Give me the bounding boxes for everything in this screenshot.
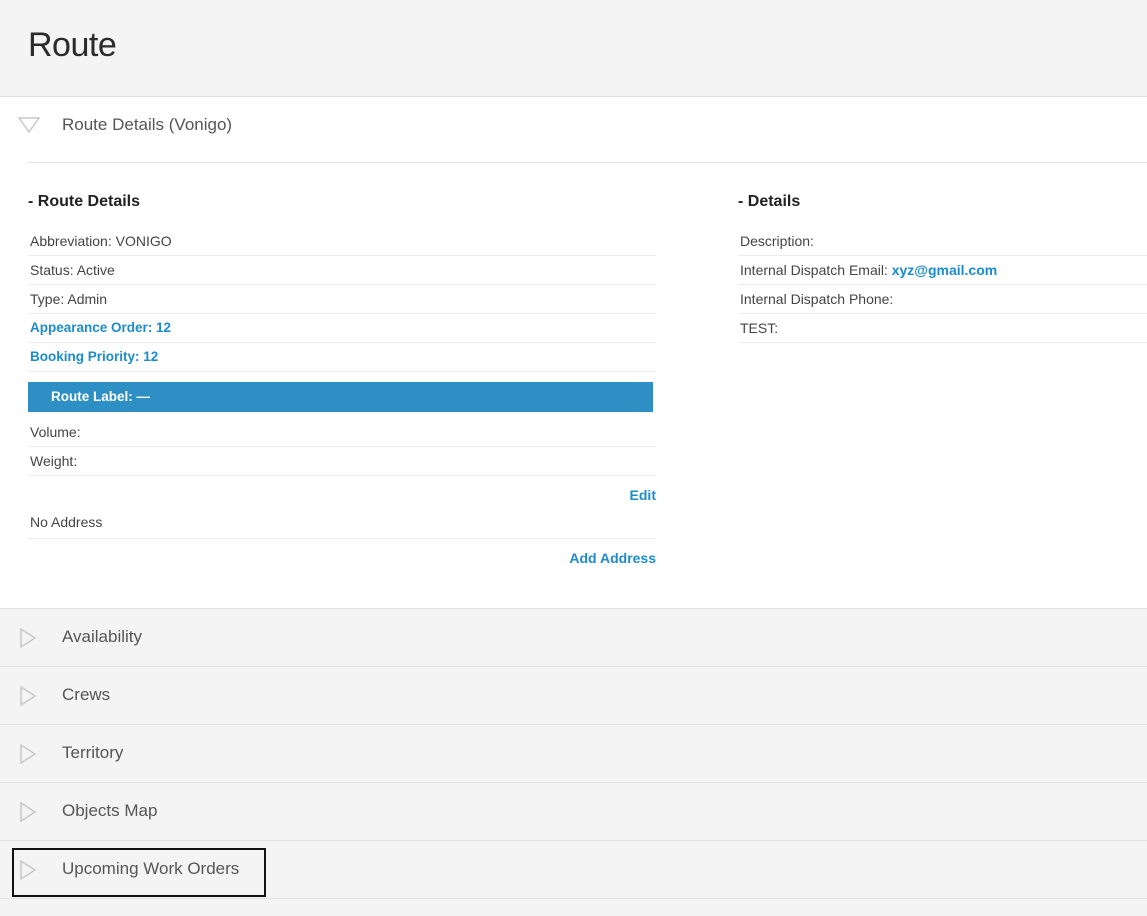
territory-panel-title: Territory <box>62 743 124 762</box>
booking-priority-link[interactable]: Booking Priority: 12 <box>28 343 656 372</box>
route-details-panel-header[interactable]: Route Details (Vonigo) <box>0 97 1147 155</box>
availability-panel[interactable]: Availability <box>0 609 1147 667</box>
details-section-title: - Details <box>738 193 801 210</box>
type-field: Type: Admin <box>28 285 656 314</box>
route-details-panel: Route Details (Vonigo) - Route Details A… <box>0 97 1147 609</box>
weight-field: Weight: <box>28 447 656 476</box>
appearance-order-link[interactable]: Appearance Order: 12 <box>28 314 656 343</box>
triangle-right-icon <box>20 743 37 765</box>
volume-field: Volume: <box>28 418 656 447</box>
triangle-right-icon <box>20 685 37 707</box>
triangle-right-icon <box>20 801 37 823</box>
objects-map-panel[interactable]: Objects Map <box>0 783 1147 841</box>
triangle-right-icon <box>20 859 37 881</box>
edit-link-text[interactable]: Edit <box>630 487 656 503</box>
crews-panel[interactable]: Crews <box>0 667 1147 725</box>
edit-link: Edit <box>28 476 656 508</box>
upcoming-work-orders-panel-title: Upcoming Work Orders <box>62 859 240 878</box>
details-column: - Details Description: Internal Dispatch… <box>738 193 1147 343</box>
dispatch-email-field: Internal Dispatch Email: xyz@gmail.com <box>738 256 1147 285</box>
no-address-text: No Address <box>28 508 656 539</box>
status-field: Status: Active <box>28 256 656 285</box>
route-label-bar[interactable]: Route Label: — <box>28 382 653 412</box>
page-header: Route <box>0 0 1147 97</box>
abbreviation-field: Abbreviation: VONIGO <box>28 227 656 256</box>
route-details-section-title: - Route Details <box>28 193 141 210</box>
triangle-down-icon <box>17 117 41 134</box>
route-details-column: - Route Details Abbreviation: VONIGO Sta… <box>28 193 656 571</box>
route-details-panel-title: Route Details (Vonigo) <box>62 115 233 134</box>
triangle-right-icon <box>20 627 37 649</box>
availability-panel-title: Availability <box>62 627 143 646</box>
crews-panel-title: Crews <box>62 685 111 704</box>
divider <box>28 162 1147 163</box>
dispatch-phone-field: Internal Dispatch Phone: <box>738 285 1147 314</box>
objects-map-panel-title: Objects Map <box>62 801 158 820</box>
dispatch-email-link[interactable]: xyz@gmail.com <box>892 262 997 278</box>
page-title: Route <box>28 26 117 64</box>
dispatch-email-label: Internal Dispatch Email: <box>740 262 892 278</box>
add-address-link-text[interactable]: Add Address <box>569 550 656 566</box>
test-field: TEST: <box>738 314 1147 343</box>
upcoming-work-orders-panel[interactable]: Upcoming Work Orders <box>0 841 1147 899</box>
add-address-link: Add Address <box>28 539 656 571</box>
territory-panel[interactable]: Territory <box>0 725 1147 783</box>
description-field: Description: <box>738 227 1147 256</box>
